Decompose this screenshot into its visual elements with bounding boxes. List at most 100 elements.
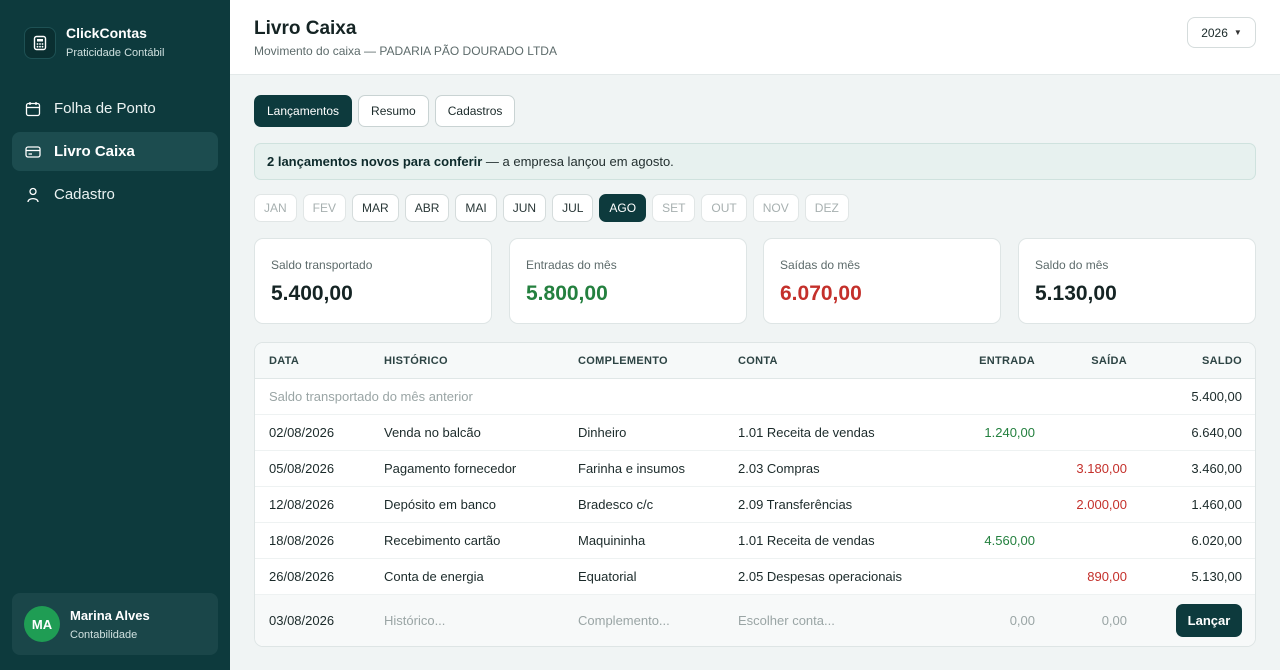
table-row[interactable]: 18/08/2026 Recebimento cartão Maquininha… — [255, 523, 1255, 559]
user-role: Contabilidade — [70, 628, 138, 641]
month-fev[interactable]: FEV — [302, 194, 347, 222]
carry-label: Saldo transportado do mês anterior — [269, 389, 473, 404]
user-name: Marina Alves — [70, 607, 150, 623]
tabs: Lançamentos Resumo Cadastros — [254, 95, 521, 127]
stat-label: Saídas do mês — [780, 258, 861, 272]
stat-value: 6.070,00 — [780, 282, 862, 305]
col-entrada: ENTRADA — [979, 355, 1035, 367]
historico-input[interactable]: Histórico... — [384, 595, 445, 646]
stat-entradas: Entradas do mês 5.800,00 — [509, 238, 747, 324]
cell-data: 12/08/2026 — [269, 497, 335, 512]
stat-saidas: Saídas do mês 6.070,00 — [763, 238, 1001, 324]
sidebar-item-folha-de-ponto[interactable]: Folha de Ponto — [12, 89, 218, 128]
brand-name: ClickContas — [66, 25, 147, 41]
month-mai[interactable]: MAI — [455, 194, 497, 222]
page-header: Livro Caixa Movimento do caixa — PADARIA… — [230, 0, 1280, 75]
cell-entrada: 4.560,00 — [984, 533, 1035, 548]
cell-complemento: Equatorial — [578, 569, 637, 584]
cell-data: 26/08/2026 — [269, 569, 335, 584]
lancar-button[interactable]: Lançar — [1176, 604, 1242, 637]
carry-row: Saldo transportado do mês anterior 5.400… — [255, 379, 1255, 415]
stat-label: Saldo do mês — [1035, 258, 1109, 272]
month-jun[interactable]: JUN — [502, 194, 547, 222]
cell-conta: 2.09 Transferências — [738, 497, 853, 512]
cell-complemento: Bradesco c/c — [578, 497, 654, 512]
stat-value: 5.800,00 — [526, 282, 608, 305]
cell-historico: Depósito em banco — [384, 497, 497, 512]
stat-label: Saldo transportado — [271, 258, 373, 272]
sidebar-nav: Folha de Ponto Livro Caixa Cadastro — [12, 89, 218, 218]
cell-data: 05/08/2026 — [269, 461, 335, 476]
notice-rest: — a empresa lançou em agosto. — [482, 154, 674, 169]
user-card[interactable]: MA Marina Alves Contabilidade — [12, 593, 218, 655]
cash-book-table: DATA HISTÓRICO COMPLEMENTO CONTA ENTRADA… — [254, 342, 1256, 647]
col-complemento: COMPLEMENTO — [578, 355, 668, 367]
tab-resumo[interactable]: Resumo — [358, 95, 429, 127]
tab-cadastros[interactable]: Cadastros — [434, 95, 516, 127]
month-dez[interactable]: DEZ — [804, 194, 849, 222]
month-abr[interactable]: ABR — [404, 194, 450, 222]
cell-historico: Venda no balcão — [384, 425, 481, 440]
stat-label: Entradas do mês — [526, 258, 617, 272]
col-conta: CONTA — [738, 355, 778, 367]
conta-select[interactable]: Escolher conta... — [738, 595, 835, 646]
stat-value: 5.400,00 — [271, 282, 353, 305]
sidebar-item-label: Folha de Ponto — [54, 100, 156, 117]
sidebar-item-cadastro[interactable]: Cadastro — [12, 175, 218, 214]
table-row[interactable]: 12/08/2026 Depósito em banco Bradesco c/… — [255, 487, 1255, 523]
stat-value: 5.130,00 — [1035, 282, 1117, 305]
calendar-icon — [24, 100, 42, 118]
sidebar-item-label: Livro Caixa — [54, 143, 135, 160]
month-jan[interactable]: JAN — [254, 194, 297, 222]
saida-input[interactable]: 0,00 — [1102, 595, 1127, 646]
cell-conta: 1.01 Receita de vendas — [738, 425, 875, 440]
cell-conta: 1.01 Receita de vendas — [738, 533, 875, 548]
cell-saldo: 6.020,00 — [1191, 533, 1242, 548]
page-title: Livro Caixa — [254, 18, 357, 39]
table-row[interactable]: 26/08/2026 Conta de energia Equatorial 2… — [255, 559, 1255, 595]
carry-saldo: 5.400,00 — [1191, 389, 1242, 404]
table-row[interactable]: 05/08/2026 Pagamento fornecedor Farinha … — [255, 451, 1255, 487]
stat-saldo-transportado: Saldo transportado 5.400,00 — [254, 238, 492, 324]
card-icon — [24, 143, 42, 161]
month-ago[interactable]: AGO — [599, 194, 647, 222]
avatar: MA — [24, 606, 60, 642]
cell-saida: 890,00 — [1087, 569, 1127, 584]
month-out[interactable]: OUT — [701, 194, 747, 222]
sidebar: ClickContas Praticidade Contábil Folha d… — [0, 0, 230, 670]
month-nov[interactable]: NOV — [752, 194, 799, 222]
cell-complemento: Maquininha — [578, 533, 646, 548]
col-data: DATA — [269, 355, 300, 367]
cell-saida: 2.000,00 — [1076, 497, 1127, 512]
cell-conta: 2.03 Compras — [738, 461, 820, 476]
cell-complemento: Farinha e insumos — [578, 461, 685, 476]
brand-subtitle: Praticidade Contábil — [66, 47, 165, 59]
cell-saida: 3.180,00 — [1076, 461, 1127, 476]
brand: ClickContas Praticidade Contábil — [24, 26, 164, 59]
col-saldo: SALDO — [1202, 355, 1242, 367]
cell-saldo: 6.640,00 — [1191, 425, 1242, 440]
table-row[interactable]: 02/08/2026 Venda no balcão Dinheiro 1.01… — [255, 415, 1255, 451]
cell-historico: Pagamento fornecedor — [384, 461, 517, 476]
cell-saldo: 3.460,00 — [1191, 461, 1242, 476]
month-jul[interactable]: JUL — [552, 194, 594, 222]
year-select[interactable]: 2026 ▼ — [1187, 17, 1256, 48]
cell-data: 18/08/2026 — [269, 533, 335, 548]
cell-complemento: Dinheiro — [578, 425, 627, 440]
table-header: DATA HISTÓRICO COMPLEMENTO CONTA ENTRADA… — [255, 343, 1255, 379]
cell-conta: 2.05 Despesas operacionais — [738, 569, 903, 584]
person-icon — [24, 186, 42, 204]
sidebar-item-livro-caixa[interactable]: Livro Caixa — [12, 132, 218, 171]
entrada-input[interactable]: 0,00 — [1010, 595, 1035, 646]
new-entry-row: 03/08/2026 Histórico... Complemento... E… — [255, 595, 1255, 646]
cell-historico: Recebimento cartão — [384, 533, 501, 548]
month-mar[interactable]: MAR — [352, 194, 399, 222]
month-set[interactable]: SET — [652, 194, 696, 222]
calculator-icon — [24, 26, 56, 59]
cell-saldo: 5.130,00 — [1191, 569, 1242, 584]
tab-lancamentos[interactable]: Lançamentos — [254, 95, 353, 127]
sidebar-item-label: Cadastro — [54, 186, 115, 203]
complemento-input[interactable]: Complemento... — [578, 595, 670, 646]
date-field[interactable]: 03/08/2026 — [269, 595, 334, 646]
caret-down-icon: ▼ — [1233, 28, 1242, 37]
